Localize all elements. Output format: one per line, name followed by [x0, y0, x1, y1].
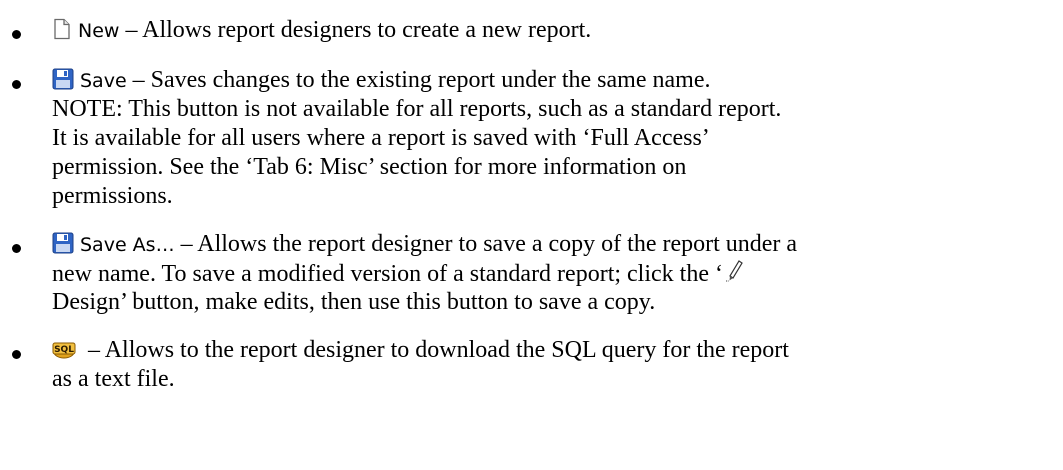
- item-description: new name. To save a modified version of …: [52, 261, 723, 287]
- list-item-line: NOTE: This button is not available for a…: [52, 96, 782, 122]
- list-item-line: as a text file.: [52, 366, 175, 392]
- dash: –: [174, 231, 198, 257]
- list-item-line: Design’ button, make edits, then use thi…: [52, 289, 656, 315]
- new-label: New: [78, 20, 120, 42]
- item-description: Allows the report designer to save a cop…: [197, 231, 798, 257]
- bullet: [12, 30, 21, 39]
- save-as-label: Save As…: [80, 234, 175, 256]
- list-item-line: new name. To save a modified version of …: [52, 259, 745, 288]
- item-description: Allows to the report designer to downloa…: [104, 337, 789, 363]
- list-item-line: SQL – Allows to the report designer to d…: [52, 336, 789, 365]
- pencil-design-icon: [725, 259, 745, 283]
- item-description: Saves changes to the existing report und…: [150, 67, 711, 93]
- dash: –: [126, 67, 151, 93]
- list-item-line: New – Allows report designers to create …: [52, 16, 591, 45]
- dash: –: [82, 337, 105, 363]
- list-item-line: permission. See the ‘Tab 6: Misc’ sectio…: [52, 154, 687, 180]
- bullet: [12, 244, 21, 253]
- item-description: Allows report designers to create a new …: [142, 17, 592, 43]
- dash: –: [119, 17, 143, 43]
- save-as-floppy-icon: [52, 232, 74, 254]
- save-floppy-icon: [52, 68, 74, 90]
- bullet: [12, 80, 21, 89]
- list-item-line: Save – Saves changes to the existing rep…: [52, 66, 710, 95]
- list-item-line: permissions.: [52, 183, 173, 209]
- sql-icon-text: SQL: [54, 345, 74, 355]
- list-item-line: Save As… – Allows the report designer to…: [52, 230, 797, 259]
- list-item-line: It is available for all users where a re…: [52, 125, 710, 151]
- sql-icon: SQL: [52, 338, 76, 360]
- save-label: Save: [80, 70, 127, 92]
- bullet: [12, 350, 21, 359]
- new-document-icon: [52, 18, 72, 40]
- document-page: New – Allows report designers to create …: [0, 0, 1063, 470]
